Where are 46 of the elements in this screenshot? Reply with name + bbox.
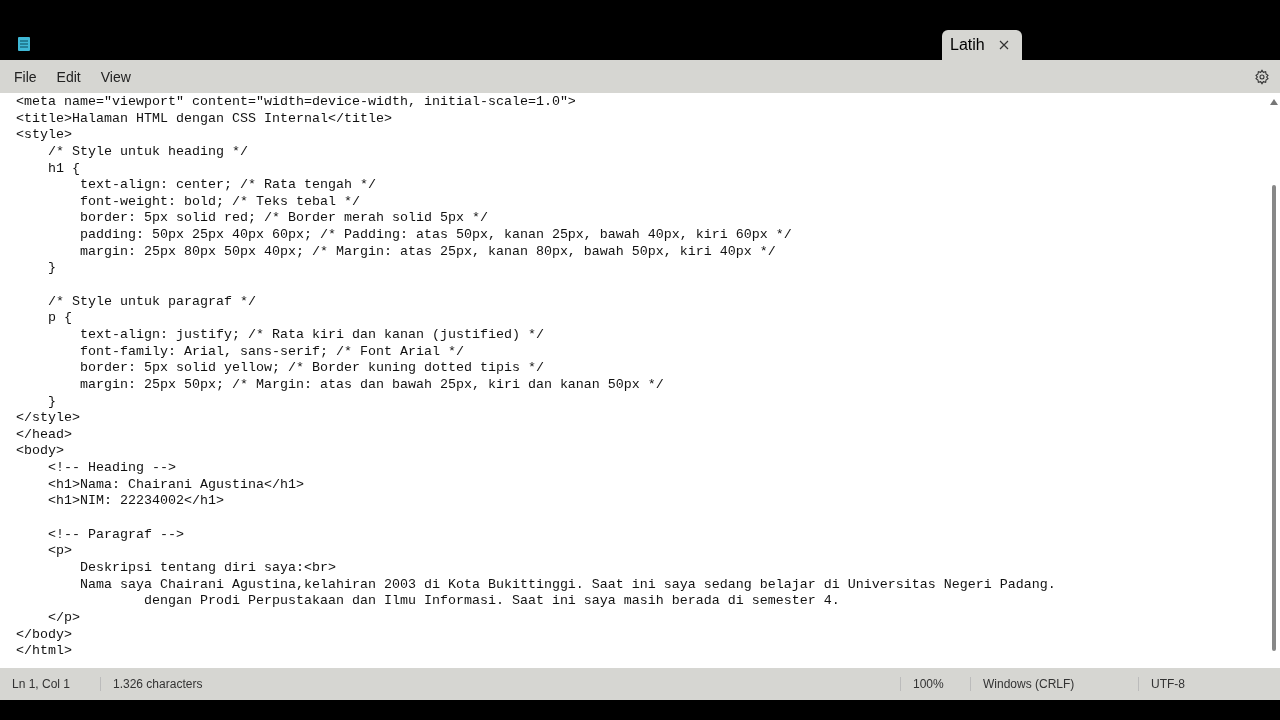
menu-item[interactable]: File [4, 64, 47, 89]
code-line: border: 5px solid red; /* Border merah solid 5px */ [79, 210, 489, 228]
cursor-position: Ln 1, Col 1 [11, 677, 72, 691]
code-line: } [47, 260, 57, 278]
code-line: border: 5px solid yellow; /* Border kuning dotted tipis */ [79, 360, 545, 377]
code-line: <!-- Heading --> [47, 460, 177, 477]
encoding: UTF-8 [1138, 677, 1268, 691]
code-line: <!-- Paragraf --> [47, 526, 185, 544]
zoom-level: 100% [900, 677, 970, 691]
menu-item[interactable]: View [90, 64, 141, 89]
code-line: p { [47, 310, 73, 327]
code-line: margin: 25px 50px; /* Margin: atas dan bawah 25px, kiri dan kanan 50px */ [79, 376, 665, 394]
code-line: </style> [16, 410, 81, 427]
code-line: <p> [47, 543, 73, 560]
code-line: </body> [16, 626, 73, 644]
code-line: <title>Halaman HTML dengan CSS Internal</title> [16, 110, 393, 128]
code-line: text-align: justify; /* Rata kiri dan kanan (justified) */ [79, 326, 545, 344]
code-line: <style> [16, 127, 73, 144]
code-line: <h1>NIM: 22234002</h1> [47, 493, 225, 510]
line-ending: Windows (CRLF) [970, 677, 1138, 691]
code-line: } [47, 393, 57, 411]
close-icon[interactable] [998, 40, 1009, 50]
code-line: </p> [47, 609, 81, 627]
scrollbar-thumb[interactable] [1272, 185, 1276, 651]
code-line: font-weight: bold; /* Teks tebal */ [79, 193, 361, 211]
code-line: <body> [16, 443, 65, 461]
code-line: font-family: Arial, sans-serif; /* Font Arial */ [79, 343, 465, 361]
code-line: <meta name="viewport" content="width=device-width, initial-scale=1.0"> [16, 94, 577, 111]
code-line: </html> [16, 643, 73, 660]
menu-item[interactable]: Edit [46, 64, 91, 89]
code-line: <h1>Nama: Chairani Agustina</h1> [47, 476, 305, 494]
document-tab[interactable]: Latih [942, 30, 1022, 60]
code-line: padding: 50px 25px 40px 60px; /* Padding: atas 50px, kanan 25px, bawah 40px, kiri 60px */ [79, 227, 793, 244]
code-line: Deskripsi tentang diri saya:<br> [79, 559, 337, 577]
character-count: 1.326 characters [100, 677, 900, 691]
code-line: h1 { [47, 160, 81, 178]
notepad-icon [17, 37, 31, 51]
code-line: margin: 25px 80px 50px 40px; /* Margin: atas 25px, kanan 80px, bawah 50px, kiri 40px */ [79, 243, 777, 261]
code-line: </head> [16, 426, 73, 444]
code-line: Nama saya Chairani Agustina,kelahiran 2003 di Kota Bukittinggi. Saat ini saya sedang belajar di Universitas Negeri Padang. [79, 576, 1057, 594]
settings-icon[interactable] [1254, 68, 1270, 85]
scroll-up-icon[interactable] [1270, 99, 1278, 105]
code-line: dengan Prodi Perpustakaan dan Ilmu Informasi. Saat ini saya masih berada di semester 4. [142, 593, 841, 610]
code-line: /* Style untuk heading */ [47, 143, 249, 161]
code-line: /* Style untuk paragraf */ [47, 293, 257, 311]
code-line: text-align: center; /* Rata tengah */ [79, 177, 377, 194]
